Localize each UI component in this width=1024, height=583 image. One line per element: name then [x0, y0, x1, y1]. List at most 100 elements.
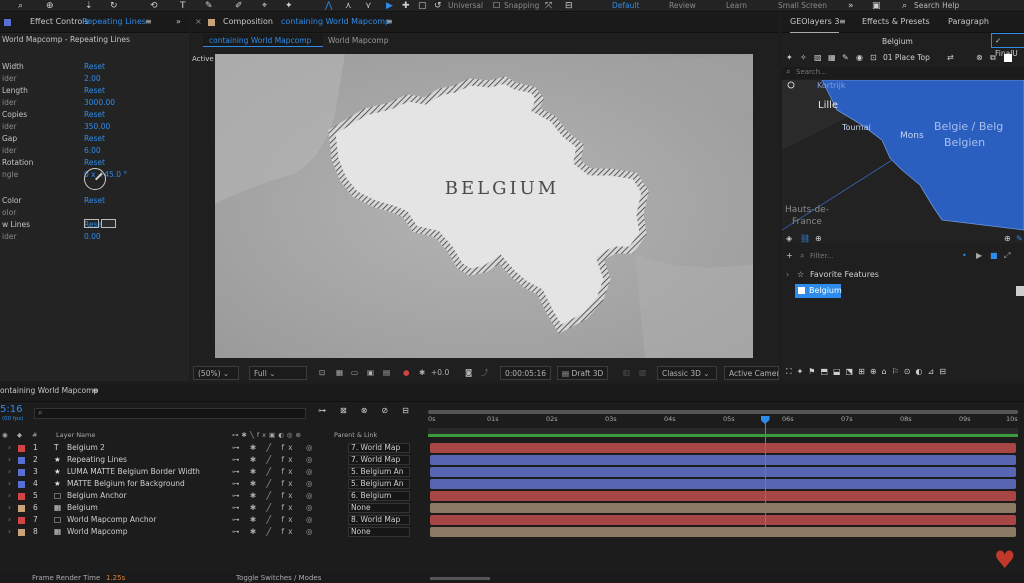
chain-icon[interactable]: ⛓	[800, 233, 810, 245]
current-time[interactable]: 5:16	[0, 404, 22, 415]
layer-duration-bar[interactable]	[430, 479, 1016, 489]
expand-arrow-icon[interactable]: ›	[8, 454, 11, 466]
parent-pickwhip-icon[interactable]: ◎	[306, 442, 313, 454]
layer-label-color[interactable]	[18, 505, 25, 512]
pin-icon[interactable]: ✦	[786, 50, 793, 66]
orbit-tool-icon[interactable]: ⟲	[150, 1, 158, 11]
geolayers-menu-icon[interactable]: ≡	[839, 12, 846, 32]
parent-dropdown[interactable]: None	[348, 503, 410, 513]
composition-viewer[interactable]: BELGIUM	[215, 54, 753, 358]
resolution-dropdown[interactable]: Full ⌄	[249, 366, 307, 380]
layer-label-color[interactable]	[18, 481, 25, 488]
ground-plane-icon[interactable]: ▧	[639, 366, 646, 380]
eye-icon[interactable]: ◉	[856, 50, 863, 66]
layer-row[interactable]: › 1 T Belgium 2 ⊶ ✱ ╱ fx ◎ 7. World Map	[0, 442, 420, 454]
layer-row[interactable]: › 2 ★ Repeating Lines ⊶ ✱ ╱ fx ◎ 7. World Map	[0, 454, 420, 466]
parent-pickwhip-icon[interactable]: ◎	[306, 526, 313, 538]
zoom-in-icon[interactable]: ⊕	[1004, 233, 1011, 245]
layer-switches[interactable]: ⊶ ✱ ╱ fx	[232, 442, 297, 454]
hand-tool-icon[interactable]: ✚	[402, 1, 410, 11]
expand-arrow-icon[interactable]: ›	[8, 442, 11, 454]
layer-label-color[interactable]	[18, 529, 25, 536]
axis2-icon[interactable]: ⋏	[345, 1, 352, 11]
angle-dial[interactable]	[84, 168, 106, 190]
stop-icon[interactable]: ■	[990, 250, 998, 262]
layer-label-color[interactable]	[18, 517, 25, 524]
zoom-slider[interactable]	[430, 577, 490, 580]
workspace-small-screen[interactable]: Small Screen	[778, 1, 827, 11]
close-tab-icon[interactable]: ×	[195, 12, 202, 32]
rotation-icon[interactable]: ↺	[434, 1, 442, 11]
layer-name[interactable]: World Mapcomp Anchor	[67, 514, 156, 526]
guides-icon[interactable]: ▣	[367, 366, 374, 380]
fit-icon[interactable]: ▣	[872, 1, 881, 11]
parent-dropdown[interactable]: 8. World Map	[348, 515, 410, 525]
parent-dropdown[interactable]: 5. Belgium An	[348, 479, 410, 489]
layer-name[interactable]: LUMA MATTE Belgium Border Width	[67, 466, 200, 478]
brush-tool-icon[interactable]: ✐	[235, 1, 243, 11]
filter-input[interactable]: Filter...	[810, 250, 833, 262]
parent-dropdown[interactable]: None	[348, 527, 410, 537]
stamp-tool-icon[interactable]: ⌖	[262, 1, 267, 11]
effect-param-value[interactable]: 6.00	[84, 145, 101, 157]
exposure-icon[interactable]: ✱	[419, 366, 425, 380]
timeline-switch-icons[interactable]: ⊶⊠⊗⊘⊟	[318, 406, 423, 415]
layer-switches[interactable]: ⊶ ✱ ╱ fx	[232, 466, 297, 478]
image-icon[interactable]: ▨	[814, 50, 822, 66]
effect-param-value[interactable]: 3000.00	[84, 97, 115, 109]
feature-color[interactable]	[1016, 286, 1024, 296]
snap-icon[interactable]: ⤧	[545, 1, 552, 11]
link-icon[interactable]: ⊗	[976, 50, 983, 66]
expand-arrow-icon[interactable]: ›	[8, 526, 11, 538]
timeline-menu-icon[interactable]: ≡	[92, 382, 99, 400]
eyedropper-icon[interactable]	[101, 219, 116, 228]
camera-snapshot-icon[interactable]: ◙	[465, 366, 472, 380]
layers-icon[interactable]: ⧉	[990, 50, 996, 66]
parent-dropdown[interactable]: 7. World Map	[348, 443, 410, 453]
layer-name[interactable]: Belgium	[67, 502, 98, 514]
workspace-default[interactable]: Default	[612, 1, 639, 11]
layer-duration-bar[interactable]	[430, 527, 1016, 537]
comp-menu-icon[interactable]: ≡	[386, 12, 393, 32]
place-icon[interactable]: ⊡	[870, 50, 877, 66]
pen-tool-icon[interactable]: ✎	[205, 1, 213, 11]
layer-name[interactable]: World Mapcomp	[67, 526, 127, 538]
search-help[interactable]: Search Help	[914, 1, 959, 11]
timeline-search[interactable]: ⌕	[34, 408, 306, 419]
layer-label-color[interactable]	[18, 469, 25, 476]
grid-icon[interactable]: ▦	[828, 50, 836, 66]
layer-duration-bar[interactable]	[430, 467, 1016, 477]
layer-row[interactable]: › 3 ★ LUMA MATTE Belgium Border Width ⊶ ✱ ╱ …	[0, 466, 420, 478]
effect-param-value[interactable]: Reset	[84, 61, 105, 73]
toggle-switches[interactable]: Toggle Switches / Modes	[236, 573, 321, 583]
layer-row[interactable]: › 7 □ World Mapcomp Anchor ⊶ ✱ ╱ fx ◎ 8. World…	[0, 514, 420, 526]
draft-3d-toggle[interactable]: ▤ Draft 3D	[557, 366, 609, 380]
geolayers-map[interactable]: Kortrijk Lille Tournai Mons Belgie / Bel…	[782, 80, 1024, 243]
layer-duration-bar[interactable]	[430, 491, 1016, 501]
parent-pickwhip-icon[interactable]: ◎	[306, 502, 313, 514]
show-snapshot-icon[interactable]: ⤴	[481, 366, 489, 380]
color-swatch[interactable]	[84, 219, 99, 228]
layer-label-color[interactable]	[18, 445, 25, 452]
mode-button[interactable]: ✓ FinalU	[991, 33, 1024, 58]
channel-icon[interactable]: ▤	[383, 366, 390, 380]
workspace-learn[interactable]: Learn	[726, 1, 747, 11]
effect-param-value[interactable]: Reset	[84, 109, 105, 121]
snap2-icon[interactable]: ⊟	[565, 1, 573, 11]
search-icon[interactable]: ⌕	[18, 1, 23, 11]
snapping-checkbox[interactable]: ☐	[493, 1, 500, 11]
renderer-dropdown[interactable]: Classic 3D ⌄	[657, 366, 717, 380]
flow-active-tab[interactable]: containing World Mapcomp	[203, 34, 323, 47]
expand-arrow-icon[interactable]: ›	[8, 490, 11, 502]
layer-name[interactable]: MATTE Belgium for Background	[67, 478, 185, 490]
effect-controls-tab-prefix[interactable]: Effect Controls	[30, 12, 89, 32]
parent-pickwhip-icon[interactable]: ◎	[306, 454, 313, 466]
workspace-review[interactable]: Review	[669, 1, 696, 11]
time-navigator[interactable]	[428, 428, 1018, 437]
dot-icon[interactable]: •	[962, 250, 967, 262]
layer-row[interactable]: › 6 ▦ Belgium ⊶ ✱ ╱ fx ◎ None	[0, 502, 420, 514]
paragraph-tab[interactable]: Paragraph	[948, 12, 989, 32]
time-ruler[interactable]: 0s 01s 02s 03s 04s 05s 06s 07s 08s 09s 10s	[428, 414, 1018, 428]
geolayers-bottom-toolbar[interactable]: ⛶✦⚑⬒⬓⬔⊞⊕⌂⚐⊙◐⊿⊟	[782, 366, 1024, 378]
parent-pickwhip-icon[interactable]: ◎	[306, 514, 313, 526]
